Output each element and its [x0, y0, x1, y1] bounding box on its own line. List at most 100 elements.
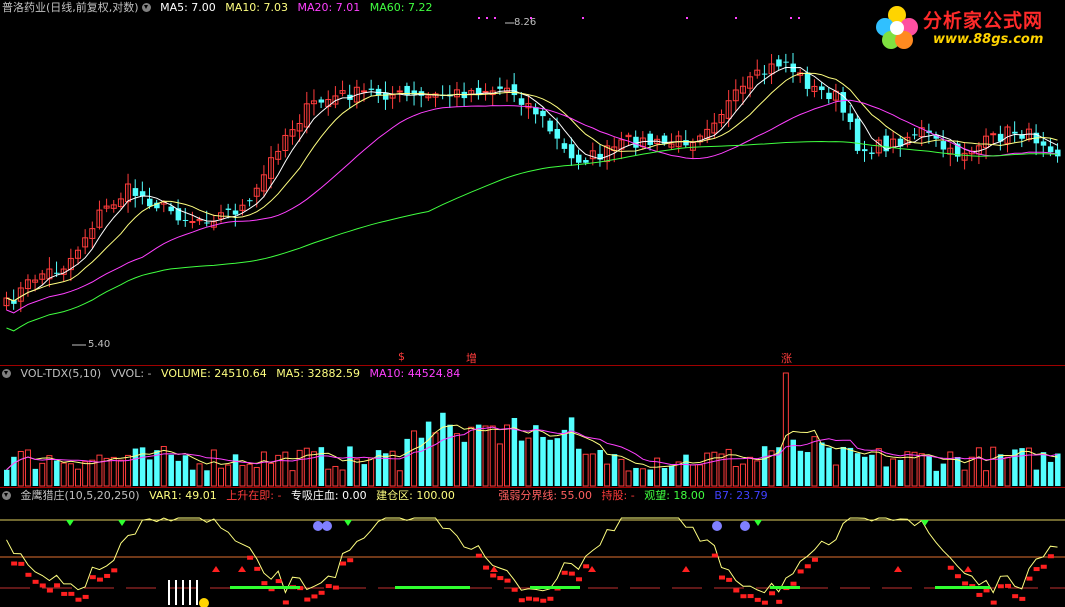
candle-body-down — [847, 113, 854, 122]
volume-bar-up — [39, 462, 46, 487]
volume-bar-up — [618, 458, 625, 487]
volume-bar-up — [697, 464, 704, 487]
volume-bar-down — [1055, 453, 1061, 486]
stair-segment — [747, 594, 754, 599]
stair-segment — [790, 581, 797, 586]
signal-dot — [478, 17, 480, 19]
signal-dot — [686, 17, 688, 19]
volume-bar-down — [189, 469, 196, 486]
volume-bar-up — [525, 437, 532, 487]
stair-segment — [490, 573, 497, 578]
volume-readout: VOLUME: 24510.64 — [161, 367, 267, 380]
stair-segment — [711, 553, 718, 558]
stair-segment — [726, 577, 733, 582]
green-segment — [770, 586, 800, 589]
volume-bar-up — [75, 468, 81, 487]
stair-segment — [68, 591, 75, 596]
red-up-triangle — [682, 566, 690, 572]
stair-segment — [32, 579, 39, 584]
volume-bar-up — [196, 463, 203, 487]
volume-bar-up — [353, 458, 360, 487]
green-down-triangle — [66, 520, 74, 526]
volume-bar-down — [318, 447, 325, 486]
volume-bar-down — [232, 454, 239, 486]
candle-body-down — [1055, 149, 1061, 157]
volume-bar-up — [625, 470, 632, 487]
volume-bar-down — [404, 438, 410, 486]
white-stick — [175, 580, 177, 605]
stair-segment — [111, 568, 118, 573]
volume-bar-up — [96, 454, 103, 487]
stair-segment — [96, 577, 103, 582]
volume-title: VOL-TDX(5,10) — [20, 367, 102, 380]
indicator-chart[interactable] — [0, 488, 1065, 607]
red-up-triangle — [238, 566, 246, 572]
dropdown-circle-icon[interactable] — [141, 3, 151, 12]
stair-segment — [804, 564, 811, 569]
volume-bar-down — [533, 425, 539, 486]
volume-bar-up — [1025, 447, 1032, 487]
sell-readout: 持股: - — [601, 489, 635, 502]
rise-readout: 上升在即: - — [226, 489, 282, 502]
volume-bar-down — [790, 439, 796, 486]
volume-bar-up — [754, 460, 761, 487]
build-readout: 建仓区: 100.00 — [376, 489, 455, 502]
volume-bar-down — [139, 447, 146, 486]
volume-bar-down — [611, 454, 618, 486]
indicator-panel[interactable]: 金鹰猎庄(10,5,20,250) VAR1: 49.01 上升在即: - 专吸… — [0, 488, 1065, 607]
volume-bar-down — [32, 468, 39, 486]
candlestick-chart[interactable] — [0, 0, 1065, 365]
volume-bar-down — [633, 467, 639, 486]
volume-bar-down — [862, 456, 868, 486]
stair-segment — [1033, 567, 1040, 572]
stair-segment — [46, 588, 53, 593]
volume-bar-up — [239, 464, 246, 487]
candle-body-down — [647, 133, 653, 145]
stair-segment — [254, 566, 261, 571]
logo-url: www.88gs.com — [933, 32, 1044, 47]
stair-segment — [25, 572, 32, 577]
volume-bar-up — [689, 464, 696, 487]
dropdown-circle-icon[interactable] — [2, 369, 11, 378]
candle-body-down — [869, 152, 875, 154]
stair-segment — [311, 594, 318, 599]
stair-segment — [576, 577, 582, 582]
flower-logo-icon — [876, 6, 918, 49]
candle-body-down — [1012, 131, 1018, 134]
volume-bar-down — [204, 470, 210, 486]
volume-bar-up — [268, 462, 275, 487]
volume-header: VOL-TDX(5,10) VVOL: - VOLUME: 24510.64 M… — [2, 367, 466, 380]
volume-panel[interactable]: VOL-TDX(5,10) VVOL: - VOLUME: 24510.64 M… — [0, 366, 1065, 487]
vol-ma10-readout: MA10: 44524.84 — [369, 367, 461, 380]
volume-bar-down — [897, 459, 904, 486]
vvol-readout: VVOL: - — [110, 367, 152, 380]
candle-body-down — [804, 72, 811, 89]
stair-segment — [1005, 583, 1011, 588]
volume-bar-down — [132, 448, 139, 486]
dropdown-circle-icon[interactable] — [2, 491, 11, 500]
volume-bar-down — [361, 464, 367, 486]
candle-body-down — [561, 143, 568, 149]
stair-segment — [740, 594, 747, 599]
indicator-title: 金鹰猎庄(10,5,20,250) — [20, 489, 140, 502]
stair-segment — [54, 583, 61, 588]
candle-body-down — [540, 110, 546, 117]
volume-bar-up — [675, 461, 682, 487]
ma60-line — [6, 140, 1058, 332]
volume-bar-down — [554, 438, 561, 486]
chart-title: 普洛药业(日线,前复权,对数) — [2, 1, 139, 14]
stair-segment — [18, 561, 25, 566]
price-chart-header: 普洛药业(日线,前复权,对数) MA5: 7.00 MA10: 7.03 MA2… — [2, 1, 438, 14]
price-chart-panel[interactable]: 普洛药业(日线,前复权,对数) MA5: 7.00 MA10: 7.03 MA2… — [0, 0, 1065, 365]
signal-dot — [494, 17, 496, 19]
green-segment — [935, 586, 990, 589]
volume-bar-down — [954, 456, 961, 486]
volume-chart[interactable] — [0, 366, 1065, 487]
volume-bar-up — [732, 465, 739, 487]
white-stick — [189, 580, 191, 605]
volume-bar-down — [797, 450, 804, 486]
volume-bar-up — [947, 451, 954, 487]
candle-body-down — [576, 154, 582, 163]
volume-bar-up — [17, 450, 24, 487]
candle-body-down — [204, 222, 210, 224]
